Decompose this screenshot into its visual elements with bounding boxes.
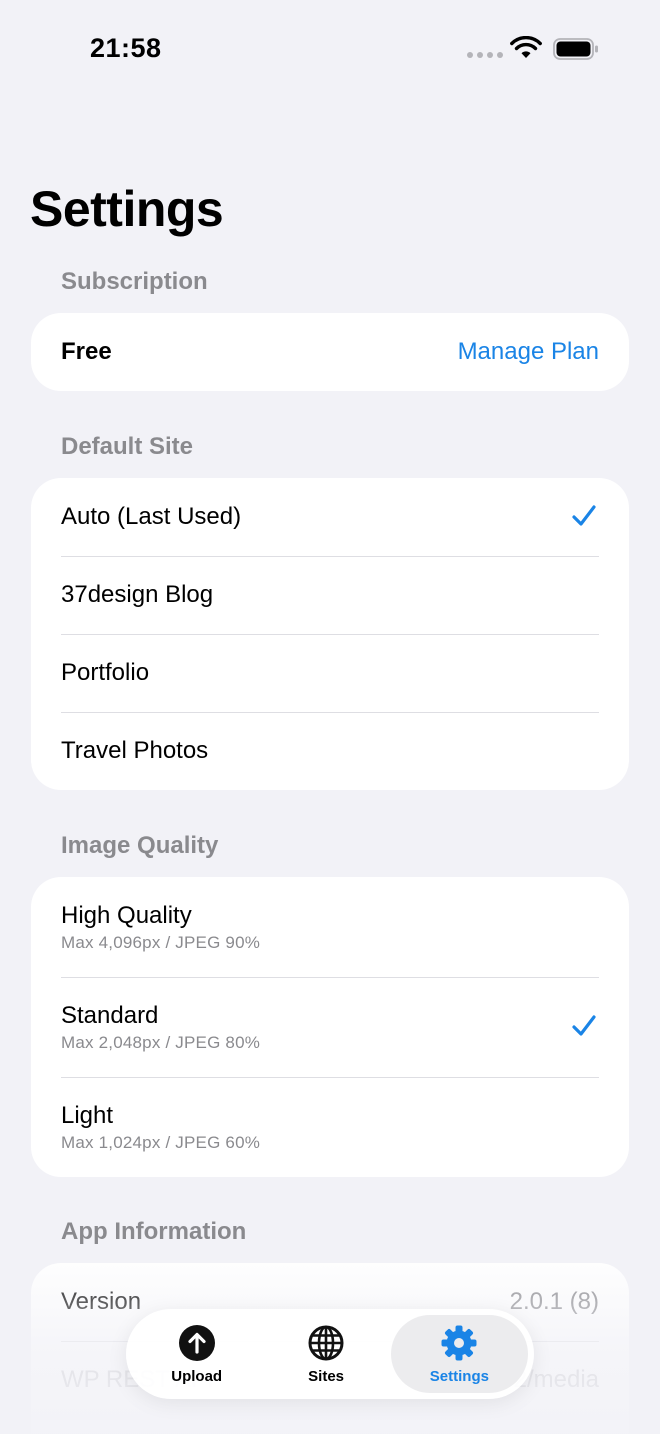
subscription-row: Free Manage Plan (31, 313, 629, 391)
tab-label: Sites (308, 1367, 345, 1385)
site-option-label: Travel Photos (61, 737, 209, 764)
site-option-label: Auto (Last Used) (61, 503, 242, 530)
wifi-icon (510, 36, 542, 58)
tab-sites[interactable]: Sites (261, 1315, 390, 1393)
site-option-label: Portfolio (61, 659, 150, 686)
gear-icon (441, 1325, 477, 1360)
globe-icon (308, 1325, 344, 1360)
tab-bar: Upload Sites Settings (126, 1309, 534, 1399)
plan-label: Free (61, 338, 112, 365)
image-quality-card: High Quality Max 4,096px / JPEG 90% Stan… (31, 877, 629, 1177)
subscription-card: Free Manage Plan (31, 313, 629, 391)
version-label: Version (61, 1288, 142, 1315)
status-bar: 21:58 (0, 0, 660, 100)
quality-option-label: Standard (61, 1002, 159, 1029)
quality-option-detail: Max 1,024px / JPEG 60% (61, 1133, 261, 1152)
cellular-signal-icon (467, 52, 503, 58)
quality-option-label: Light (61, 1102, 114, 1129)
tab-settings[interactable]: Settings (390, 1315, 529, 1393)
status-time: 21:58 (90, 33, 162, 63)
tab-upload[interactable]: Upload (132, 1315, 261, 1393)
site-option-label: 37design Blog (61, 581, 214, 608)
section-header-default-site: Default Site (61, 433, 194, 460)
quality-option-detail: Max 2,048px / JPEG 80% (61, 1033, 261, 1052)
section-header-subscription: Subscription (61, 268, 208, 295)
checkmark-icon (572, 505, 596, 526)
site-option-auto[interactable]: Auto (Last Used) (31, 478, 629, 556)
quality-option-light[interactable]: Light Max 1,024px / JPEG 60% (31, 1077, 629, 1177)
battery-icon (553, 38, 598, 60)
tab-label: Settings (429, 1367, 489, 1385)
version-value: 2.0.1 (8) (509, 1288, 599, 1315)
section-header-image-quality: Image Quality (61, 832, 219, 859)
page-title: Settings (30, 181, 224, 237)
default-site-card: Auto (Last Used) 37design Blog Portfolio… (31, 478, 629, 790)
checkmark-icon (572, 1015, 596, 1036)
site-option-portfolio[interactable]: Portfolio (31, 634, 629, 712)
upload-icon (178, 1324, 215, 1361)
site-option-37design-blog[interactable]: 37design Blog (31, 556, 629, 634)
manage-plan-button[interactable]: Manage Plan (458, 338, 599, 366)
quality-option-detail: Max 4,096px / JPEG 90% (61, 933, 261, 952)
quality-option-label: High Quality (61, 902, 192, 929)
quality-option-high[interactable]: High Quality Max 4,096px / JPEG 90% (31, 877, 629, 977)
quality-option-standard[interactable]: Standard Max 2,048px / JPEG 80% (31, 977, 629, 1077)
site-option-travel-photos[interactable]: Travel Photos (31, 712, 629, 790)
section-header-app-information: App Information (61, 1218, 247, 1245)
tab-label: Upload (171, 1367, 223, 1385)
